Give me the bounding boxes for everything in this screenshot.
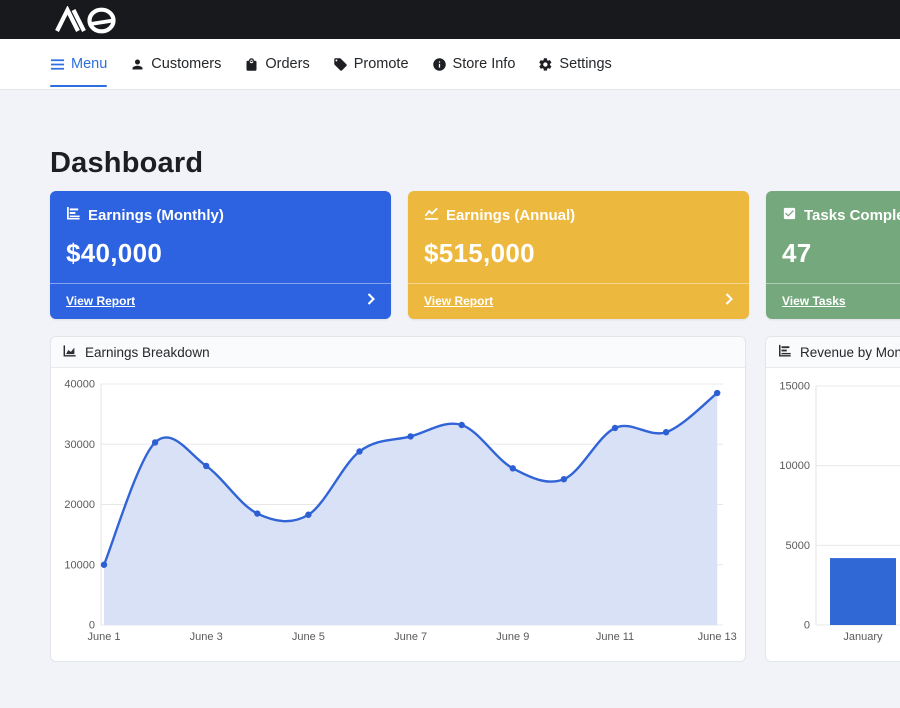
- main-navbar: Menu Customers Orders Promote Store Info…: [0, 39, 900, 90]
- svg-text:January: January: [843, 631, 883, 643]
- chart-card-title: Revenue by Month: [800, 345, 900, 360]
- page-title: Dashboard: [50, 147, 900, 180]
- svg-text:June 5: June 5: [292, 631, 325, 643]
- svg-text:40000: 40000: [64, 379, 95, 391]
- main-content: Dashboard Earnings (Monthly) $40,000 Vie…: [0, 147, 900, 662]
- svg-text:10000: 10000: [64, 559, 95, 571]
- stat-cards-row: Earnings (Monthly) $40,000 View Report E…: [50, 191, 900, 319]
- svg-text:0: 0: [89, 620, 95, 632]
- nav-item-label: Settings: [559, 56, 611, 72]
- svg-text:10000: 10000: [779, 460, 810, 472]
- nav-item-label: Orders: [265, 56, 309, 72]
- nav-item-promote[interactable]: Promote: [333, 39, 409, 89]
- revenue-by-month-card: Revenue by Month 0 5000 10000 15000 January: [765, 336, 900, 662]
- brand-logo[interactable]: [48, 6, 130, 34]
- nav-item-label: Promote: [354, 56, 409, 72]
- earnings-monthly-card[interactable]: Earnings (Monthly) $40,000 View Report: [50, 191, 391, 319]
- svg-text:30000: 30000: [64, 439, 95, 451]
- nav-item-orders[interactable]: Orders: [244, 39, 309, 89]
- nav-item-settings[interactable]: Settings: [538, 39, 611, 89]
- svg-text:June 9: June 9: [496, 631, 529, 643]
- stat-card-title: Tasks Completed: [804, 207, 900, 224]
- nav-item-label: Customers: [151, 56, 221, 72]
- tasks-completed-card[interactable]: Tasks Completed 47 View Tasks: [766, 191, 900, 319]
- tag-icon: [333, 57, 348, 72]
- stat-card-value: $40,000: [66, 238, 375, 269]
- brand-logo-icon: [48, 6, 130, 34]
- svg-text:20000: 20000: [64, 499, 95, 511]
- earnings-breakdown-chart: 0 10000 20000 30000 40000 June 1 June 3 June 5 J…: [51, 368, 745, 656]
- person-icon: [130, 57, 145, 72]
- view-report-link[interactable]: View Report: [66, 294, 135, 308]
- top-app-bar: [0, 0, 900, 39]
- stat-card-title: Earnings (Monthly): [88, 207, 224, 224]
- revenue-by-month-chart: 0 5000 10000 15000 January: [766, 368, 900, 656]
- earnings-annual-card[interactable]: Earnings (Annual) $515,000 View Report: [408, 191, 749, 319]
- stat-card-value: $515,000: [424, 238, 733, 269]
- horizontal-bar-chart-icon: [778, 344, 792, 361]
- chart-card-title: Earnings Breakdown: [85, 345, 210, 360]
- gear-icon: [538, 57, 553, 72]
- chevron-right-icon: [725, 292, 733, 310]
- stat-card-title: Earnings (Annual): [446, 207, 575, 224]
- hamburger-icon: [50, 57, 65, 72]
- svg-text:June 13: June 13: [698, 631, 737, 643]
- view-tasks-link[interactable]: View Tasks: [782, 294, 846, 308]
- nav-item-menu[interactable]: Menu: [50, 39, 107, 89]
- info-circle-icon: [432, 57, 447, 72]
- chevron-right-icon: [367, 292, 375, 310]
- svg-text:15000: 15000: [779, 381, 810, 393]
- area-chart-icon: [63, 344, 77, 361]
- horizontal-bar-chart-icon: [66, 206, 81, 225]
- check-square-icon: [782, 206, 797, 225]
- stat-card-value: 47: [782, 238, 900, 269]
- nav-item-customers[interactable]: Customers: [130, 39, 221, 89]
- svg-text:June 1: June 1: [87, 631, 120, 643]
- nav-item-label: Store Info: [453, 56, 516, 72]
- shopping-bag-icon: [244, 57, 259, 72]
- view-report-link[interactable]: View Report: [424, 294, 493, 308]
- nav-item-label: Menu: [71, 56, 107, 72]
- earnings-breakdown-card: Earnings Breakdown 0 10000 20000 30000 40000…: [50, 336, 746, 662]
- svg-text:June 11: June 11: [596, 631, 634, 643]
- charts-row: Earnings Breakdown 0 10000 20000 30000 40000…: [50, 336, 900, 662]
- svg-text:5000: 5000: [786, 540, 810, 552]
- svg-text:June 7: June 7: [394, 631, 427, 643]
- line-chart-icon: [424, 206, 439, 225]
- nav-item-store-info[interactable]: Store Info: [432, 39, 516, 89]
- svg-text:June 3: June 3: [190, 631, 223, 643]
- svg-text:0: 0: [804, 620, 810, 632]
